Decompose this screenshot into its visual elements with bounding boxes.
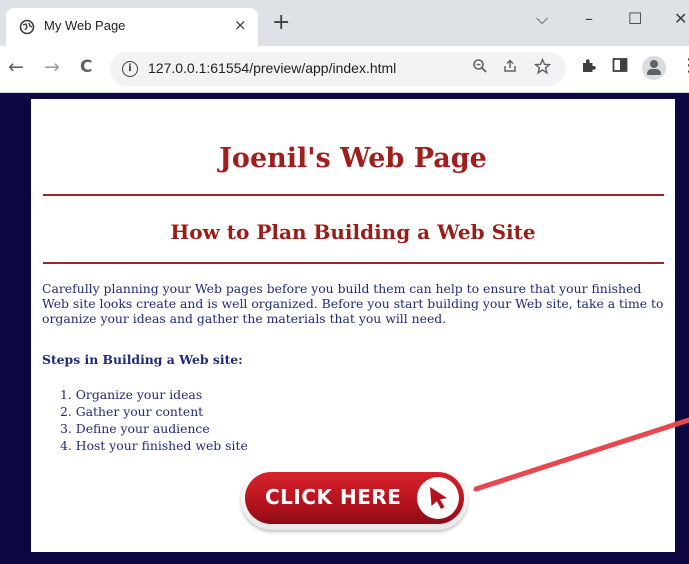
page-title: Joenil's Web Page [219,143,487,174]
profile-icon[interactable] [642,56,666,80]
profile-head [650,60,658,68]
side-panel-icon[interactable] [612,57,628,77]
profile-body [647,69,661,75]
tab-close-icon[interactable]: × [234,16,247,34]
click-here-button[interactable]: CLICK HERE [241,468,468,530]
tab-search-icon[interactable]: ⌵ [536,9,548,29]
list-item: 2. Gather your content [60,404,204,419]
list-item: 3. Define your audience [60,421,210,436]
cursor-circle [417,477,459,519]
close-window-button[interactable]: ✕ [674,9,687,28]
reload-button[interactable]: C [80,57,92,77]
click-here-button-face[interactable]: CLICK HERE [245,472,464,524]
bookmark-star-icon[interactable] [533,57,552,79]
globe-icon [19,19,35,35]
extensions-icon[interactable] [580,57,597,78]
list-item: 4. Host your finished web site [60,438,248,453]
tab-title: My Web Page [44,18,126,33]
page-viewport: Joenil's Web Page How to Plan Building a… [0,93,689,564]
click-here-label[interactable]: CLICK HERE [265,485,401,509]
intro-paragraph: Carefully planning your Web pages before… [42,281,664,326]
steps-list: 1. Organize your ideas 2. Gather your co… [60,386,248,454]
menu-icon[interactable]: ⋮ [680,55,689,76]
forward-button[interactable]: → [44,56,60,78]
browser-tab[interactable]: My Web Page × [6,8,258,46]
new-tab-button[interactable]: + [272,12,290,34]
tab-strip: My Web Page × + ⌵ – ☐ ✕ [0,0,689,46]
url-text[interactable]: 127.0.0.1:61554/preview/app/index.html [148,60,396,76]
divider-top [43,194,664,196]
list-item: 1. Organize your ideas [60,387,203,402]
address-bar[interactable]: i 127.0.0.1:61554/preview/app/index.html [110,52,566,86]
web-page-content: Joenil's Web Page How to Plan Building a… [31,99,675,552]
divider-bottom [43,262,664,264]
page-subtitle: How to Plan Building a Web Site [170,220,536,244]
steps-heading: Steps in Building a Web site: [42,352,243,367]
site-info-icon[interactable]: i [122,61,138,77]
share-icon[interactable] [502,58,518,78]
minimize-button[interactable]: – [585,9,593,28]
back-button[interactable]: ← [8,56,24,78]
zoom-icon[interactable] [472,58,488,78]
browser-toolbar: ← → C i 127.0.0.1:61554/preview/app/inde… [0,46,689,93]
cursor-arrow-icon [430,487,447,509]
maximize-button[interactable]: ☐ [628,9,642,28]
